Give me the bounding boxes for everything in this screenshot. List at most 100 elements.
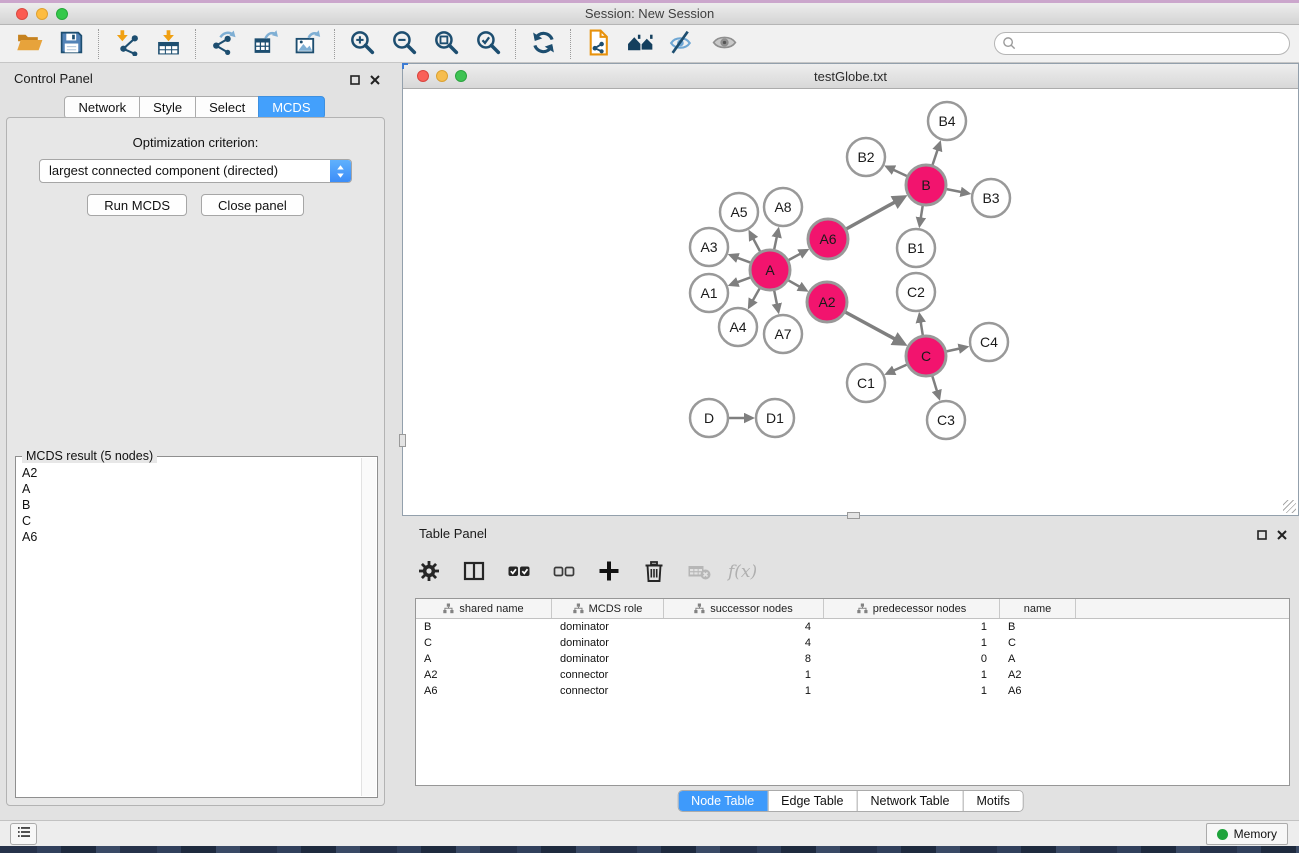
network-from-selection-button[interactable] <box>578 27 618 61</box>
edge-B-B2[interactable] <box>894 170 907 176</box>
column-header[interactable]: predecessor nodes <box>824 599 1000 618</box>
close-panel-button[interactable]: Close panel <box>201 194 304 216</box>
tab-mcds[interactable]: MCDS <box>258 96 324 119</box>
table-cell[interactable]: B <box>1000 619 1076 635</box>
edge-A-A4[interactable] <box>753 288 760 300</box>
column-header[interactable]: shared name <box>416 599 552 618</box>
table-cell[interactable]: 1 <box>664 683 824 699</box>
edge-A-A8[interactable] <box>774 237 777 250</box>
delete-column-button[interactable] <box>641 559 667 585</box>
node-B3[interactable]: B3 <box>972 179 1010 217</box>
table-cell[interactable]: 1 <box>824 667 1000 683</box>
scrollbar-track[interactable] <box>361 458 376 796</box>
memory-button[interactable]: Memory <box>1206 823 1288 845</box>
edge-A-A1[interactable] <box>738 277 751 282</box>
table-cell[interactable]: 1 <box>824 683 1000 699</box>
edge-C-C2[interactable] <box>921 322 923 335</box>
splitter-handle-bottom[interactable] <box>847 512 860 519</box>
hide-eye-slash-button[interactable] <box>662 27 702 61</box>
node-A[interactable]: A <box>750 250 790 290</box>
node-C[interactable]: C <box>906 336 946 376</box>
table-row[interactable]: A6connector11A6 <box>416 683 1289 699</box>
node-C1[interactable]: C1 <box>847 364 885 402</box>
tab-motifs[interactable]: Motifs <box>962 791 1022 811</box>
edge-C-C4[interactable] <box>947 349 960 352</box>
column-header[interactable]: name <box>1000 599 1076 618</box>
edge-B-B3[interactable] <box>947 189 962 192</box>
column-header[interactable]: MCDS role <box>552 599 664 618</box>
tab-node-table[interactable]: Node Table <box>678 791 767 811</box>
network-window-titlebar[interactable]: testGlobe.txt <box>403 64 1298 89</box>
table-cell[interactable]: A6 <box>416 683 552 699</box>
node-A4[interactable]: A4 <box>719 308 757 346</box>
tab-network[interactable]: Network <box>64 96 140 119</box>
node-A7[interactable]: A7 <box>764 315 802 353</box>
deselect-all-button[interactable] <box>551 559 577 585</box>
houses-button[interactable] <box>620 27 660 61</box>
zoom-selected-button[interactable] <box>468 27 508 61</box>
table-cell[interactable]: A2 <box>1000 667 1076 683</box>
table-cell[interactable]: 0 <box>824 651 1000 667</box>
table-row[interactable]: Adominator80A <box>416 651 1289 667</box>
task-history-button[interactable] <box>10 823 37 845</box>
table-row[interactable]: Bdominator41B <box>416 619 1289 635</box>
column-header[interactable]: successor nodes <box>664 599 824 618</box>
table-cell[interactable]: A6 <box>1000 683 1076 699</box>
tab-style[interactable]: Style <box>139 96 196 119</box>
node-A3[interactable]: A3 <box>690 228 728 266</box>
save-session-button[interactable] <box>51 27 91 61</box>
table-cell[interactable]: A <box>416 651 552 667</box>
edge-A-A7[interactable] <box>774 291 777 305</box>
run-mcds-button[interactable]: Run MCDS <box>87 194 187 216</box>
table-cell[interactable]: C <box>416 635 552 651</box>
close-panel-icon[interactable] <box>370 72 380 90</box>
gear-button[interactable] <box>416 559 442 585</box>
select-all-button[interactable] <box>506 559 532 585</box>
edge-A6-B[interactable] <box>846 202 894 229</box>
node-B4[interactable]: B4 <box>928 102 966 140</box>
node-A8[interactable]: A8 <box>764 188 802 226</box>
resize-grip-icon[interactable] <box>1283 500 1296 513</box>
node-B2[interactable]: B2 <box>847 138 885 176</box>
mcds-result-item[interactable]: C <box>22 513 359 529</box>
import-network-button[interactable] <box>106 27 146 61</box>
export-image-button[interactable] <box>287 27 327 61</box>
table-cell[interactable]: 8 <box>664 651 824 667</box>
node-B1[interactable]: B1 <box>897 229 935 267</box>
network-canvas[interactable]: AA1A2A3A4A5A6A7A8BB1B2B3B4CC1C2C3C4DD1 <box>403 89 1298 515</box>
export-network-button[interactable] <box>203 27 243 61</box>
node-D1[interactable]: D1 <box>756 399 794 437</box>
table-cell[interactable]: connector <box>552 667 664 683</box>
table-row[interactable]: A2connector11A2 <box>416 667 1289 683</box>
table-cell[interactable]: C <box>1000 635 1076 651</box>
table-cell[interactable]: 1 <box>664 667 824 683</box>
zoom-fit-button[interactable] <box>426 27 466 61</box>
edge-A-A5[interactable] <box>753 239 760 252</box>
split-view-button[interactable] <box>461 559 487 585</box>
float-panel-icon[interactable] <box>350 72 360 90</box>
app-titlebar[interactable]: Session: New Session <box>0 3 1299 25</box>
splitter-handle-left[interactable] <box>399 434 406 447</box>
export-table-button[interactable] <box>245 27 285 61</box>
node-C4[interactable]: C4 <box>970 323 1008 361</box>
search-input[interactable] <box>994 32 1290 55</box>
node-B[interactable]: B <box>906 165 946 205</box>
node-A5[interactable]: A5 <box>720 193 758 231</box>
edge-A2-C[interactable] <box>845 312 894 339</box>
zoom-out-button[interactable] <box>384 27 424 61</box>
refresh-button[interactable] <box>523 27 563 61</box>
node-C2[interactable]: C2 <box>897 273 935 311</box>
node-A1[interactable]: A1 <box>690 274 728 312</box>
show-eye-button[interactable] <box>704 27 744 61</box>
edge-B-B4[interactable] <box>933 150 938 165</box>
table-cell[interactable]: A <box>1000 651 1076 667</box>
table-cell[interactable]: dominator <box>552 635 664 651</box>
table-cell[interactable]: A2 <box>416 667 552 683</box>
edge-A-A2[interactable] <box>788 280 799 286</box>
edge-C-C1[interactable] <box>894 365 907 371</box>
zoom-in-button[interactable] <box>342 27 382 61</box>
edge-C-C3[interactable] <box>932 376 937 391</box>
open-folder-button[interactable] <box>9 27 49 61</box>
node-D[interactable]: D <box>690 399 728 437</box>
mcds-result-item[interactable]: B <box>22 497 359 513</box>
